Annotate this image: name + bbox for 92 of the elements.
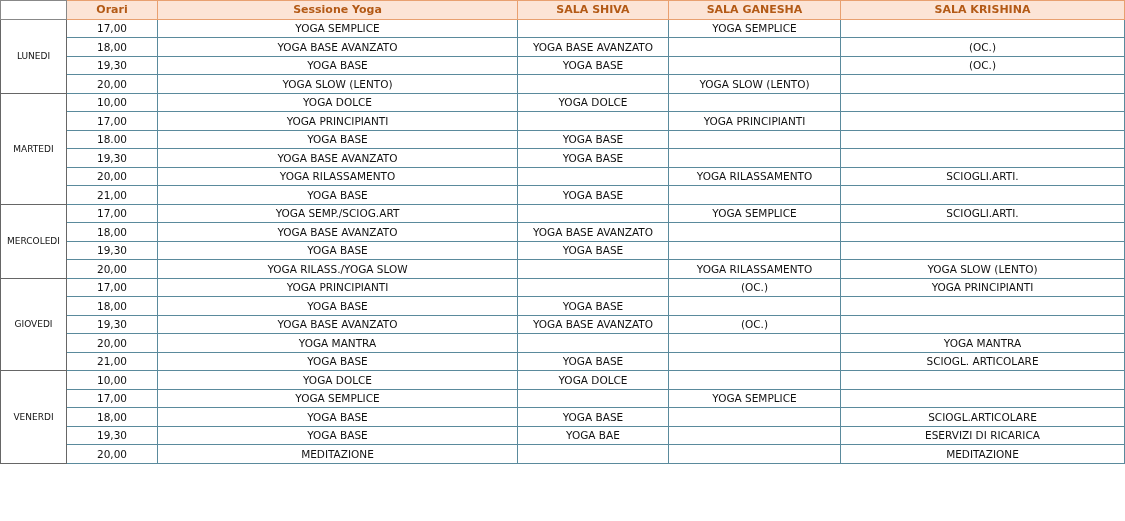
table-cell: YOGA DOLCE <box>517 93 669 112</box>
table-cell: YOGA BASE AVANZATO <box>157 37 518 56</box>
time-cell: 19,30 <box>66 315 158 334</box>
table-cell: YOGA BASE <box>157 407 518 426</box>
day-cell: LUNEDI <box>0 19 67 93</box>
table-cell: YOGA BASE AVANZATO <box>157 315 518 334</box>
table-cell: YOGA BASE AVANZATO <box>517 37 669 56</box>
table-cell: YOGA BASE <box>157 296 518 315</box>
table-cell: YOGA BASE <box>517 296 669 315</box>
table-cell: YOGA BASE <box>517 241 669 260</box>
table-cell: YOGA DOLCE <box>517 370 669 389</box>
table-cell: YOGA MANTRA <box>840 333 1125 352</box>
time-cell: 20,00 <box>66 167 158 186</box>
table-cell: YOGA PRINCIPIANTI <box>840 278 1125 297</box>
time-cell: 18.00 <box>66 130 158 149</box>
table-cell: YOGA SLOW (LENTO) <box>668 74 841 93</box>
day-cell: MERCOLEDI <box>0 204 67 278</box>
table-cell: YOGA BASE <box>157 130 518 149</box>
table-cell: YOGA PRINCIPIANTI <box>157 111 518 130</box>
table-cell: YOGA BASE <box>517 185 669 204</box>
time-cell: 17,00 <box>66 389 158 408</box>
time-cell: 19,30 <box>66 56 158 75</box>
time-cell: 20,00 <box>66 259 158 278</box>
table-cell: YOGA BASE <box>157 241 518 260</box>
time-cell: 17,00 <box>66 19 158 38</box>
time-cell: 20,00 <box>66 333 158 352</box>
table-cell: MEDITAZIONE <box>840 444 1125 463</box>
table-cell: SCIOGL. ARTICOLARE <box>840 352 1125 371</box>
table-cell: YOGA BASE <box>517 407 669 426</box>
table-cell: YOGA BASE AVANZATO <box>517 222 669 241</box>
table-cell: YOGA BAE <box>517 426 669 445</box>
time-cell: 18,00 <box>66 37 158 56</box>
table-cell: SCIOGLI.ARTI. <box>840 204 1125 223</box>
table-cell: YOGA SEMPLICE <box>157 19 518 38</box>
time-cell: 21,00 <box>66 352 158 371</box>
table-cell: YOGA RILASSAMENTO <box>668 259 841 278</box>
table-cell: YOGA DOLCE <box>157 93 518 112</box>
day-cell: MARTEDI <box>0 93 67 204</box>
table-cell: YOGA BASE <box>157 352 518 371</box>
column-header: Sessione Yoga <box>157 0 518 19</box>
table-cell: YOGA BASE AVANZATO <box>517 315 669 334</box>
time-cell: 17,00 <box>66 204 158 223</box>
table-cell: ESERVIZI DI RICARICA <box>840 426 1125 445</box>
table-cell: (OC.) <box>840 56 1125 75</box>
table-cell: YOGA DOLCE <box>157 370 518 389</box>
day-cell: VENERDI <box>0 370 67 463</box>
table-cell: SCIOGLI.ARTI. <box>840 167 1125 186</box>
time-cell: 17,00 <box>66 278 158 297</box>
time-cell: 18,00 <box>66 407 158 426</box>
table-cell: YOGA PRINCIPIANTI <box>157 278 518 297</box>
time-cell: 19,30 <box>66 241 158 260</box>
time-cell: 10,00 <box>66 370 158 389</box>
table-cell: SCIOGL.ARTICOLARE <box>840 407 1125 426</box>
table-cell: YOGA BASE <box>517 56 669 75</box>
table-cell: YOGA SEMPLICE <box>668 19 841 38</box>
table-cell: YOGA SLOW (LENTO) <box>157 74 518 93</box>
table-cell: (OC.) <box>668 278 841 297</box>
time-cell: 19,30 <box>66 426 158 445</box>
table-cell: YOGA RILASS./YOGA SLOW <box>157 259 518 278</box>
time-cell: 17,00 <box>66 111 158 130</box>
time-cell: 18,00 <box>66 296 158 315</box>
table-cell: YOGA MANTRA <box>157 333 518 352</box>
table-cell: YOGA BASE AVANZATO <box>157 148 518 167</box>
table-cell: YOGA SEMP./SCIOG.ART <box>157 204 518 223</box>
table-cell: YOGA BASE <box>517 130 669 149</box>
table-cell: YOGA BASE <box>157 56 518 75</box>
table-cell: YOGA BASE <box>517 148 669 167</box>
table-cell: (OC.) <box>668 315 841 334</box>
table-cell: YOGA BASE <box>157 426 518 445</box>
column-header: SALA SHIVA <box>517 0 669 19</box>
table-cell: YOGA RILASSAMENTO <box>668 167 841 186</box>
column-header: Orari <box>66 0 158 19</box>
time-cell: 20,00 <box>66 74 158 93</box>
table-cell: YOGA SEMPLICE <box>157 389 518 408</box>
table-cell: YOGA SEMPLICE <box>668 389 841 408</box>
time-cell: 20,00 <box>66 444 158 463</box>
time-cell: 19,30 <box>66 148 158 167</box>
column-header: SALA GANESHA <box>668 0 841 19</box>
column-header: SALA KRISHINA <box>840 0 1125 19</box>
day-cell: GIOVEDI <box>0 278 67 371</box>
table-cell: YOGA BASE <box>157 185 518 204</box>
table-cell: (OC.) <box>840 37 1125 56</box>
table-cell: MEDITAZIONE <box>157 444 518 463</box>
table-cell: YOGA SLOW (LENTO) <box>840 259 1125 278</box>
table-cell: YOGA RILASSAMENTO <box>157 167 518 186</box>
table-cell: YOGA SEMPLICE <box>668 204 841 223</box>
table-cell: YOGA BASE AVANZATO <box>157 222 518 241</box>
table-cell: YOGA BASE <box>517 352 669 371</box>
time-cell: 21,00 <box>66 185 158 204</box>
time-cell: 18,00 <box>66 222 158 241</box>
time-cell: 10,00 <box>66 93 158 112</box>
table-cell: YOGA PRINCIPIANTI <box>668 111 841 130</box>
